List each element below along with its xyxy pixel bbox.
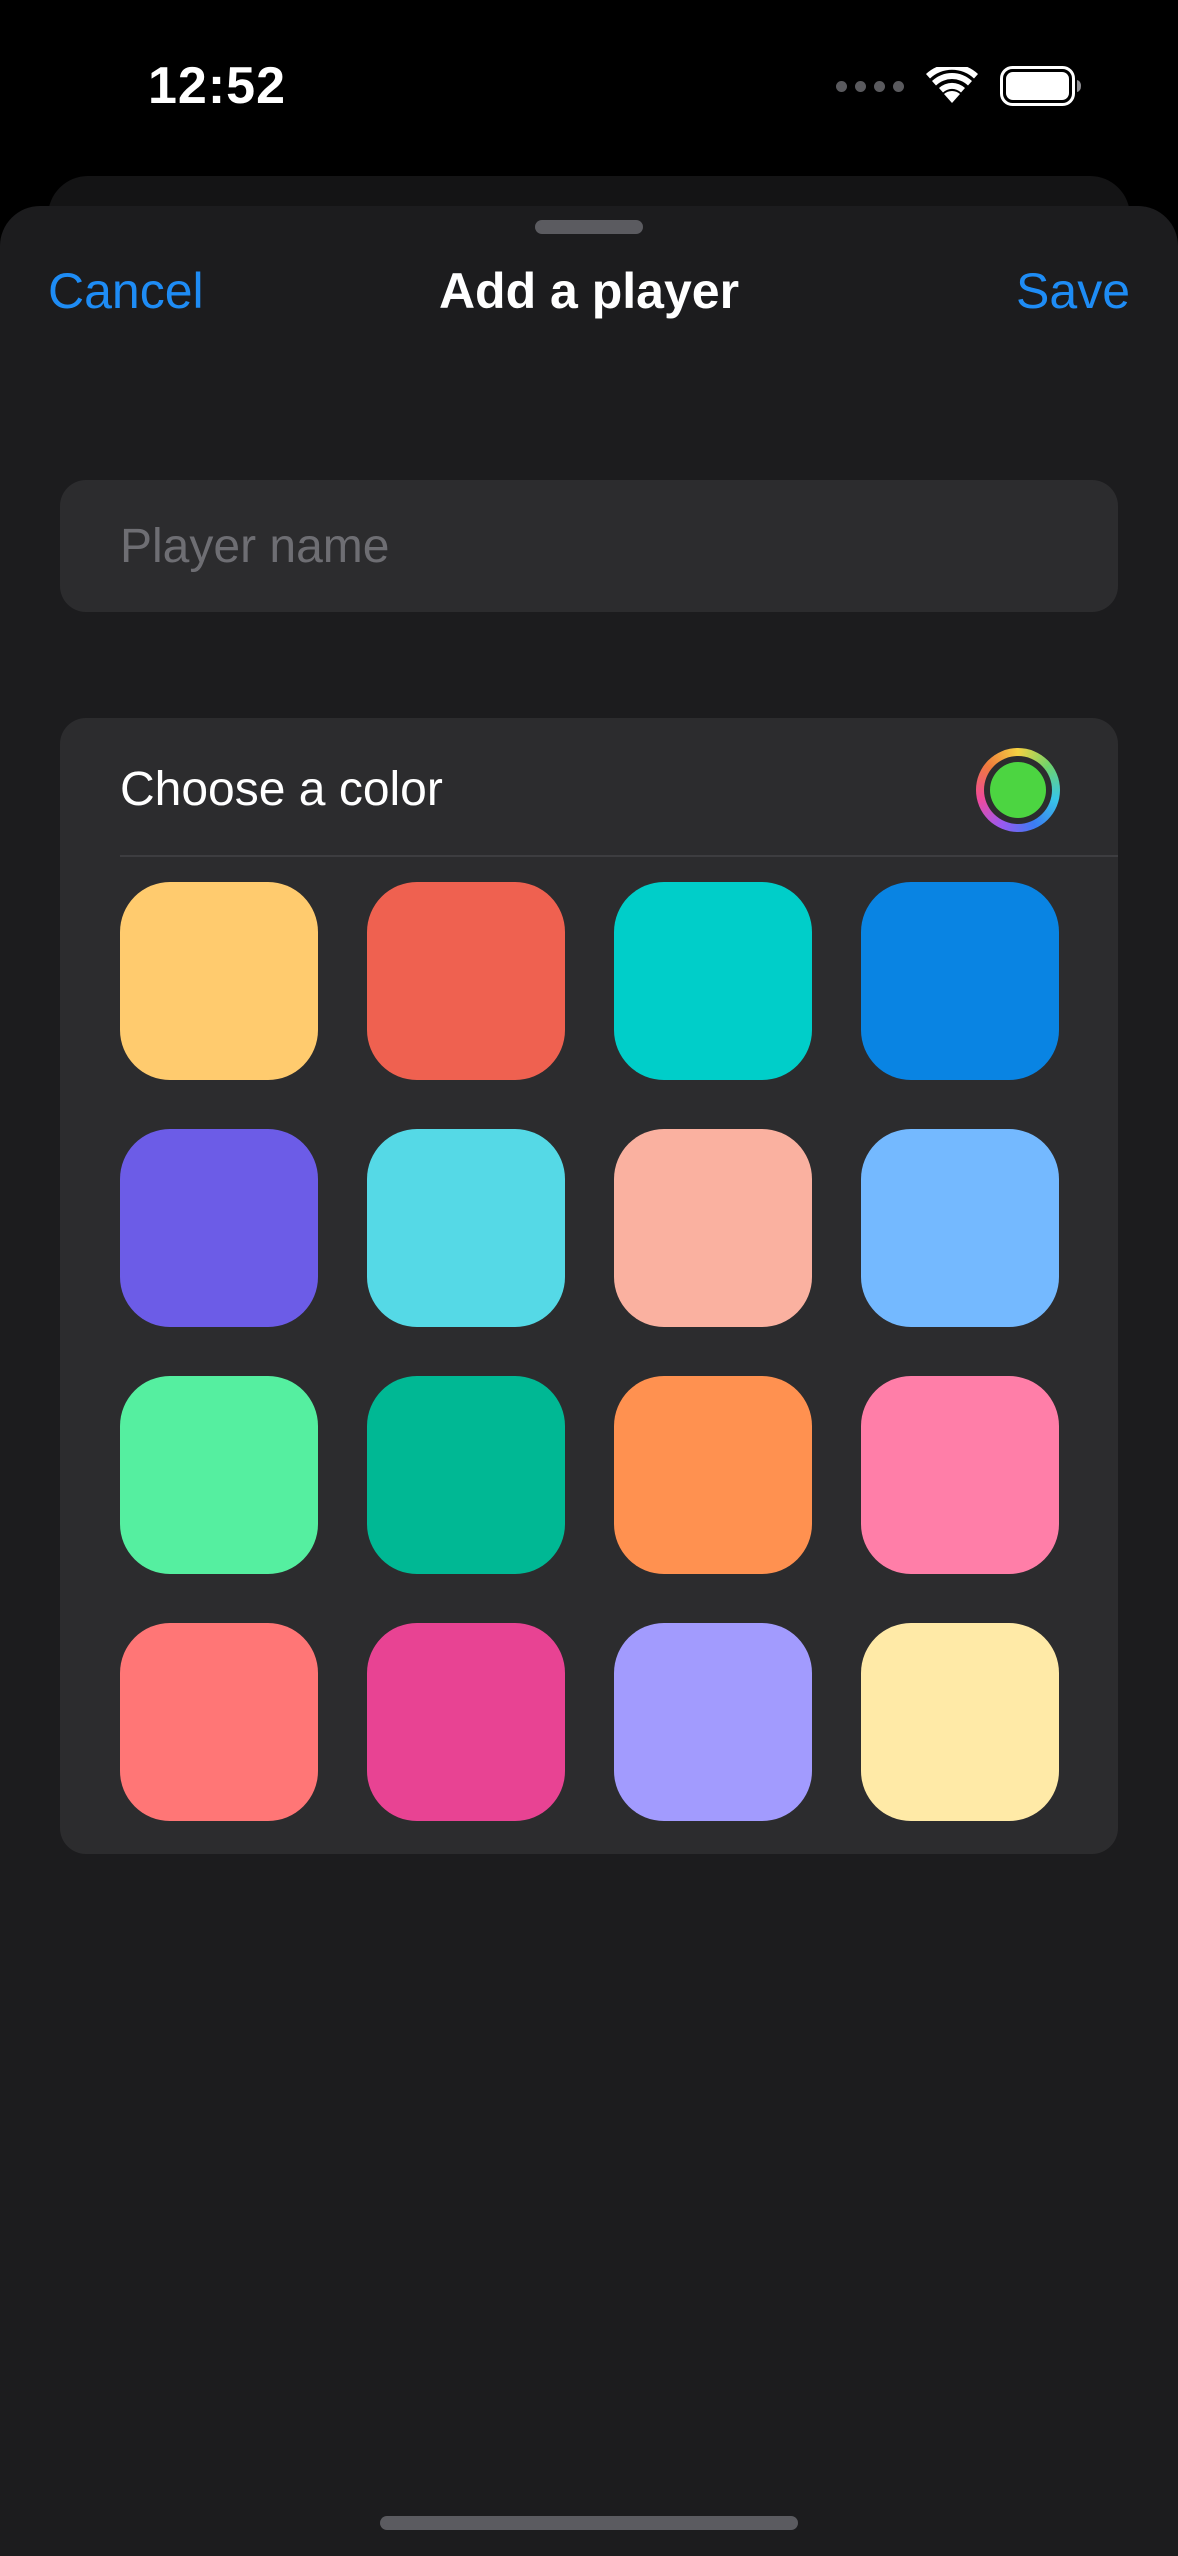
color-swatch[interactable] bbox=[120, 1623, 318, 1821]
player-name-input[interactable] bbox=[120, 518, 1058, 574]
color-swatch[interactable] bbox=[861, 1623, 1059, 1821]
color-swatch[interactable] bbox=[367, 1129, 565, 1327]
status-time: 12:52 bbox=[148, 57, 286, 115]
color-swatch-grid bbox=[120, 882, 1059, 1821]
player-name-field[interactable] bbox=[60, 480, 1118, 612]
save-button[interactable]: Save bbox=[1016, 262, 1130, 320]
color-swatch[interactable] bbox=[614, 1623, 812, 1821]
color-swatch[interactable] bbox=[367, 1623, 565, 1821]
color-swatch[interactable] bbox=[861, 1129, 1059, 1327]
color-swatch[interactable] bbox=[120, 882, 318, 1080]
color-swatch[interactable] bbox=[861, 882, 1059, 1080]
wifi-icon bbox=[926, 67, 978, 103]
color-well-icon[interactable] bbox=[976, 748, 1060, 832]
add-player-sheet: Cancel Add a player Save Choose a color bbox=[0, 206, 1178, 2556]
status-icons bbox=[836, 66, 1082, 106]
divider bbox=[120, 855, 1118, 857]
battery-icon bbox=[1000, 66, 1081, 106]
color-swatch[interactable] bbox=[861, 1376, 1059, 1574]
color-swatch[interactable] bbox=[614, 1129, 812, 1327]
color-swatch[interactable] bbox=[120, 1129, 318, 1327]
color-swatch[interactable] bbox=[367, 882, 565, 1080]
color-swatch[interactable] bbox=[614, 882, 812, 1080]
selected-color-indicator bbox=[990, 762, 1046, 818]
cellular-signal-icon bbox=[836, 80, 904, 92]
home-indicator bbox=[380, 2516, 798, 2530]
color-section-label: Choose a color bbox=[120, 763, 443, 816]
color-swatch[interactable] bbox=[120, 1376, 318, 1574]
color-swatch[interactable] bbox=[367, 1376, 565, 1574]
sheet-title: Add a player bbox=[438, 263, 740, 319]
sheet-grabber[interactable] bbox=[535, 220, 643, 234]
color-swatch[interactable] bbox=[614, 1376, 812, 1574]
color-picker-card: Choose a color bbox=[60, 718, 1118, 1854]
